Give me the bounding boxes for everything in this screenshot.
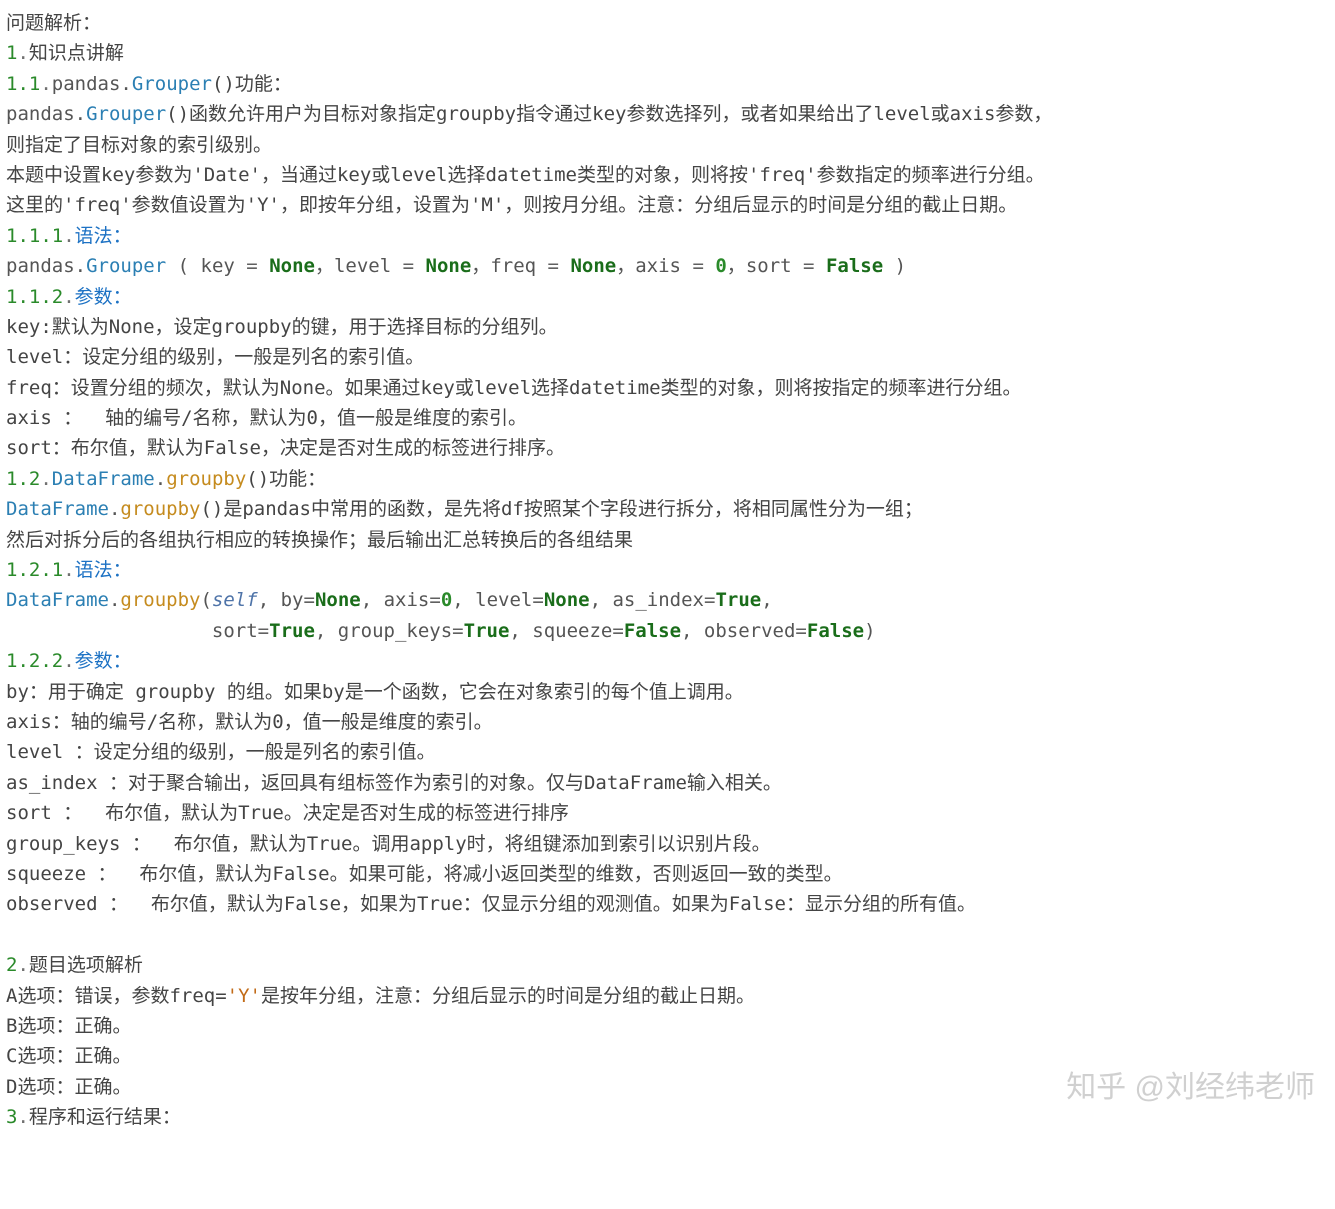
para-groupby-desc-1: DataFrame.groupby()是pandas中常用的函数，是先将df按照…: [6, 494, 1329, 524]
para-grouper-desc-1b: 则指定了目标对象的索引级别。: [6, 130, 1329, 160]
param2-sort: sort ： 布尔值，默认为True。决定是否对生成的标签进行排序: [6, 798, 1329, 828]
param-key: key:默认为None，设定groupby的键，用于选择目标的分组列。: [6, 312, 1329, 342]
grouper-signature: pandas.Grouper ( key = None，level = None…: [6, 251, 1329, 281]
para-groupby-desc-2: 然后对拆分后的各组执行相应的转换操作；最后输出汇总转换后的各组结果: [6, 525, 1329, 555]
section-1: 1.知识点讲解: [6, 38, 1329, 68]
param2-obs: observed ： 布尔值，默认为False，如果为True：仅显示分组的观测…: [6, 889, 1329, 919]
param2-asidx: as_index ：对于聚合输出，返回具有组标签作为索引的对象。仅与DataFr…: [6, 768, 1329, 798]
para-grouper-desc-2: 本题中设置key参数为'Date'，当通过key或level选择datetime…: [6, 160, 1329, 190]
para-grouper-desc-3: 这里的'freq'参数值设置为'Y'，即按年分组，设置为'M'，则按月分组。注意…: [6, 190, 1329, 220]
blank: [6, 920, 1329, 950]
groupby-signature-1: DataFrame.groupby(self, by=None, axis=0,…: [6, 585, 1329, 615]
section-1-1: 1.1.pandas.Grouper()功能：: [6, 69, 1329, 99]
section-1-1-2: 1.1.2.参数：: [6, 282, 1329, 312]
param2-level: level ：设定分组的级别，一般是列名的索引值。: [6, 737, 1329, 767]
section-1-2-1: 1.2.1.语法：: [6, 555, 1329, 585]
section-2: 2.题目选项解析: [6, 950, 1329, 980]
option-a: A选项：错误，参数freq='Y'是按年分组，注意：分组后显示的时间是分组的截止…: [6, 981, 1329, 1011]
section-1-1-1: 1.1.1.语法：: [6, 221, 1329, 251]
section-3: 3.程序和运行结果：: [6, 1102, 1329, 1132]
param2-sq: squeeze ： 布尔值，默认为False。如果可能，将减小返回类型的维数，否…: [6, 859, 1329, 889]
param2-axis: axis：轴的编号/名称，默认为0，值一般是维度的索引。: [6, 707, 1329, 737]
option-d: D选项：正确。: [6, 1072, 1329, 1102]
param-axis: axis ： 轴的编号/名称，默认为0，值一般是维度的索引。: [6, 403, 1329, 433]
param2-gk: group_keys ： 布尔值，默认为True。调用apply时，将组键添加到…: [6, 829, 1329, 859]
param2-by: by：用于确定 groupby 的组。如果by是一个函数，它会在对象索引的每个值…: [6, 677, 1329, 707]
option-b: B选项：正确。: [6, 1011, 1329, 1041]
para-grouper-desc-1: pandas.Grouper()函数允许用户为目标对象指定groupby指令通过…: [6, 99, 1329, 129]
param-freq: freq：设置分组的频次，默认为None。如果通过key或level选择date…: [6, 373, 1329, 403]
title: 问题解析：: [6, 8, 1329, 38]
section-1-2: 1.2.DataFrame.groupby()功能：: [6, 464, 1329, 494]
param-level: level：设定分组的级别，一般是列名的索引值。: [6, 342, 1329, 372]
section-1-2-2: 1.2.2.参数：: [6, 646, 1329, 676]
groupby-signature-2: DataFrame.groupby(sort=True, group_keys=…: [6, 616, 1329, 646]
param-sort: sort：布尔值，默认为False，决定是否对生成的标签进行排序。: [6, 433, 1329, 463]
option-c: C选项：正确。: [6, 1041, 1329, 1071]
